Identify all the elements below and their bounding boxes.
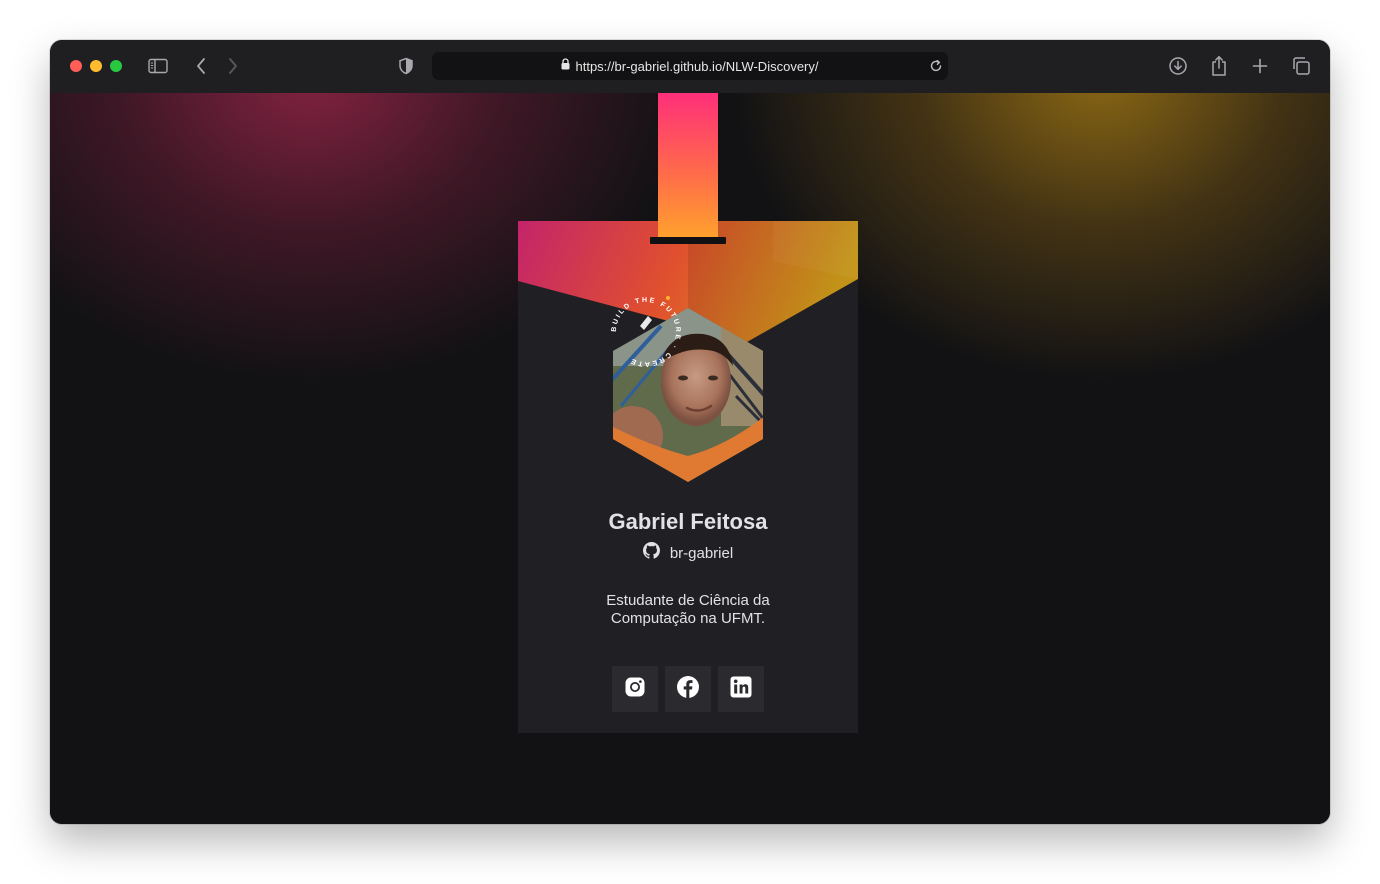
github-link[interactable]: br-gabriel — [518, 542, 858, 564]
profile-card: BUILD THE FUTURE · CREATE Gabriel Feitos… — [518, 221, 858, 733]
facebook-icon — [676, 675, 700, 704]
build-the-future-badge: BUILD THE FUTURE · CREATE — [611, 296, 681, 367]
browser-window: https://br-gabriel.github.io/NLW-Discove… — [50, 40, 1330, 824]
url-text: https://br-gabriel.github.io/NLW-Discove… — [575, 58, 819, 74]
share-icon[interactable] — [1207, 54, 1231, 78]
github-username: br-gabriel — [669, 544, 734, 562]
github-icon — [642, 542, 660, 564]
browser-toolbar: https://br-gabriel.github.io/NLW-Discove… — [50, 40, 1330, 94]
address-bar[interactable]: https://br-gabriel.github.io/NLW-Discove… — [432, 52, 948, 80]
svg-text:BUILD THE FUTURE · CREATE: BUILD THE FUTURE · CREATE — [611, 297, 681, 367]
tabs-overview-icon[interactable] — [1289, 54, 1313, 78]
minimize-window-button[interactable] — [90, 60, 102, 72]
profile-bio: Estudante de Ciência da Computação na UF… — [606, 592, 770, 627]
linkedin-icon — [729, 675, 753, 704]
download-icon[interactable] — [1166, 54, 1190, 78]
zoom-window-button[interactable] — [110, 60, 122, 72]
shield-icon[interactable] — [394, 54, 418, 78]
new-tab-icon[interactable] — [1248, 54, 1272, 78]
instagram-button[interactable] — [612, 666, 658, 712]
lanyard-strap — [658, 93, 718, 239]
lock-icon — [561, 57, 570, 75]
close-window-button[interactable] — [70, 60, 82, 72]
facebook-button[interactable] — [665, 666, 711, 712]
linkedin-button[interactable] — [718, 666, 764, 712]
lanyard-clip — [650, 237, 726, 244]
forward-icon[interactable] — [221, 54, 245, 78]
badge-ring-text: BUILD THE FUTURE · CREATE — [611, 297, 679, 367]
profile-name: Gabriel Feitosa — [608, 509, 768, 534]
back-icon[interactable] — [189, 54, 213, 78]
page-content: BUILD THE FUTURE · CREATE Gabriel Feitos… — [50, 93, 1330, 824]
instagram-icon — [623, 675, 647, 704]
sidebar-icon[interactable] — [146, 54, 170, 78]
reload-icon[interactable] — [929, 59, 943, 78]
